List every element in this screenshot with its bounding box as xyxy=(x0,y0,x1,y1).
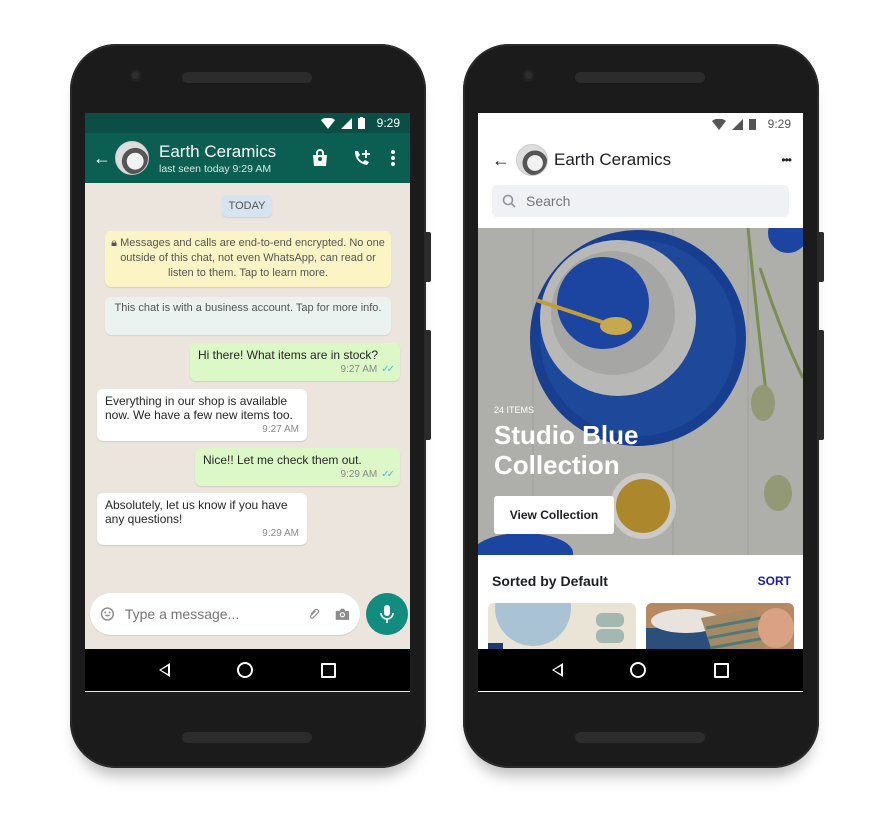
search-input[interactable] xyxy=(524,192,728,210)
arrow-left-icon[interactable]: ← xyxy=(492,150,510,171)
message-time: 9:29 AM xyxy=(340,469,378,480)
catalog-header: ← Earth Ceramics ••• xyxy=(478,135,803,185)
signal-icon xyxy=(731,118,743,130)
message-text: Everything in our shop is available now.… xyxy=(105,394,293,422)
read-receipt-icon: ✓✓ xyxy=(381,469,395,480)
collection-title-line2: Collection xyxy=(494,450,620,480)
message-text: Absolutely, let us know if you have any … xyxy=(105,498,288,526)
status-bar: 9:29 xyxy=(85,113,410,133)
status-bar: 9:29 xyxy=(478,113,803,135)
message-time: 9:29 AM xyxy=(262,528,299,539)
paperclip-icon[interactable] xyxy=(308,605,321,623)
message-composer[interactable] xyxy=(90,593,360,635)
wifi-icon xyxy=(320,117,335,129)
business-notice[interactable]: This chat is with a business account. Ta… xyxy=(105,297,391,335)
home-circle-icon[interactable] xyxy=(237,662,254,678)
last-seen: last seen today 9:29 AM xyxy=(159,162,272,175)
message-incoming[interactable]: Absolutely, let us know if you have any … xyxy=(97,493,307,545)
power-button xyxy=(426,330,431,440)
front-camera xyxy=(523,70,534,81)
search-field[interactable] xyxy=(492,185,789,217)
message-text: Hi there! What items are in stock? xyxy=(198,348,379,362)
back-triangle-icon[interactable] xyxy=(158,663,170,677)
recents-square-icon[interactable] xyxy=(714,662,730,678)
sort-label: Sorted by Default xyxy=(492,573,608,589)
whatsapp-screen: 9:29 ← Earth Ceramics last seen today 9:… xyxy=(85,113,410,692)
read-receipt-icon: ✓✓ xyxy=(381,364,395,375)
right-phone: 9:29 ← Earth Ceramics ••• Search 24 ITEM… xyxy=(463,44,824,768)
wifi-icon xyxy=(711,118,726,130)
encryption-notice[interactable]: 🔒︎ Messages and calls are end-to-end enc… xyxy=(105,231,391,287)
power-button xyxy=(819,330,824,440)
camera-icon[interactable] xyxy=(335,606,350,622)
message-time: 9:27 AM xyxy=(262,424,299,435)
view-collection-button[interactable]: View Collection xyxy=(494,496,614,534)
recents-square-icon[interactable] xyxy=(321,662,337,678)
more-horizontal-icon[interactable]: ••• xyxy=(781,153,792,167)
front-camera xyxy=(130,70,141,81)
business-name: Earth Ceramics xyxy=(554,150,672,169)
back-triangle-icon[interactable] xyxy=(551,663,563,677)
bottom-speaker xyxy=(182,732,312,743)
signal-icon xyxy=(340,117,352,129)
encryption-text: Messages and calls are end-to-end encryp… xyxy=(120,237,385,279)
message-incoming[interactable]: Everything in our shop is available now.… xyxy=(97,389,307,441)
android-nav-bar xyxy=(478,649,803,691)
lock-icon: 🔒︎ xyxy=(111,237,121,249)
android-nav-bar xyxy=(85,649,410,691)
contact-name: Earth Ceramics xyxy=(159,141,277,161)
contact-info[interactable]: Earth Ceramics last seen today 9:29 AM xyxy=(159,142,310,175)
more-vertical-icon[interactable] xyxy=(390,149,396,167)
chat-header: ← Earth Ceramics last seen today 9:29 AM xyxy=(85,133,410,183)
status-time: 9:29 xyxy=(376,116,400,130)
message-time: 9:27 AM xyxy=(340,364,378,375)
emoji-icon[interactable] xyxy=(100,604,115,624)
bottom-speaker xyxy=(575,732,705,743)
earpiece-speaker xyxy=(182,72,312,83)
microphone-icon xyxy=(380,605,394,623)
volume-button xyxy=(426,232,431,282)
message-outgoing[interactable]: Hi there! What items are in stock? 9:27 … xyxy=(190,343,400,381)
item-count: 24 ITEMS xyxy=(494,405,535,415)
sort-button[interactable]: SORT xyxy=(758,574,791,588)
arrow-left-icon[interactable]: ← xyxy=(93,148,111,169)
date-chip: TODAY xyxy=(222,195,272,217)
avatar[interactable] xyxy=(516,144,548,176)
voice-record-button[interactable] xyxy=(366,593,408,635)
battery-icon xyxy=(357,117,365,129)
search-icon xyxy=(502,194,516,208)
message-text: Nice!! Let me check them out. xyxy=(203,453,362,467)
battery-icon xyxy=(748,119,756,130)
add-call-icon[interactable] xyxy=(352,148,372,168)
chat-area[interactable]: TODAY 🔒︎ Messages and calls are end-to-e… xyxy=(85,183,410,692)
shopping-bag-icon[interactable] xyxy=(310,148,330,168)
volume-button xyxy=(819,232,824,282)
catalog-screen: 9:29 ← Earth Ceramics ••• Search 24 ITEM… xyxy=(478,113,803,692)
earpiece-speaker xyxy=(575,72,705,83)
collection-title-line1: Studio Blue xyxy=(494,420,639,450)
message-outgoing[interactable]: Nice!! Let me check them out. 9:29 AM ✓✓ xyxy=(195,448,400,486)
home-circle-icon[interactable] xyxy=(630,662,647,678)
message-input[interactable] xyxy=(122,605,308,623)
collection-hero[interactable]: 24 ITEMS Studio Blue Collection View Col… xyxy=(478,228,803,555)
left-phone: 9:29 ← Earth Ceramics last seen today 9:… xyxy=(70,44,431,768)
status-time: 9:29 xyxy=(767,117,791,131)
avatar[interactable] xyxy=(115,141,149,175)
